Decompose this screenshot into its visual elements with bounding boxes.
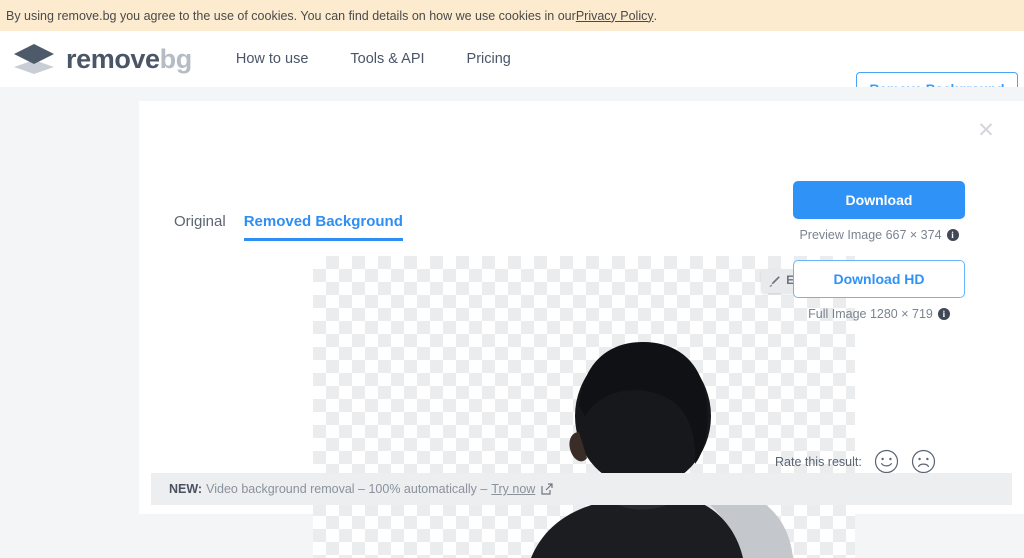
tab-original[interactable]: Original bbox=[174, 213, 226, 241]
brand-name-secondary: bg bbox=[159, 43, 193, 74]
nav-how-to-use[interactable]: How to use bbox=[236, 51, 309, 67]
info-icon[interactable]: i bbox=[937, 308, 950, 320]
site-header: removebg How to use Tools & API Pricing … bbox=[0, 31, 1024, 107]
promo-notice-bar: NEW: Video background removal – 100% aut… bbox=[151, 473, 1012, 505]
brand-name-primary: remove bbox=[66, 43, 160, 74]
rate-result-label: Rate this result: bbox=[775, 454, 862, 469]
frowny-face-icon[interactable] bbox=[911, 449, 936, 474]
download-caption-text: Preview Image 667 × 374 bbox=[799, 228, 942, 242]
rate-result-row: Rate this result: bbox=[775, 449, 936, 474]
promo-text: Video background removal – 100% automati… bbox=[206, 482, 488, 496]
close-icon[interactable]: ✕ bbox=[974, 119, 998, 143]
result-tabs: Original Removed Background bbox=[174, 213, 403, 241]
brand-logo[interactable]: removebg bbox=[12, 42, 192, 76]
download-hd-caption: Full Image 1280 × 719 i bbox=[773, 307, 985, 321]
main-navigation: How to use Tools & API Pricing bbox=[236, 51, 511, 67]
try-now-link[interactable]: Try now bbox=[491, 482, 535, 496]
download-hd-button[interactable]: Download HD bbox=[793, 260, 965, 298]
info-icon[interactable]: i bbox=[946, 229, 959, 241]
download-hd-caption-text: Full Image 1280 × 719 bbox=[808, 307, 933, 321]
tab-removed-background[interactable]: Removed Background bbox=[243, 213, 403, 241]
cookie-consent-text: By using remove.bg you agree to the use … bbox=[6, 8, 576, 23]
cookie-consent-bar: By using remove.bg you agree to the use … bbox=[0, 0, 1024, 31]
external-link-icon[interactable] bbox=[541, 483, 553, 495]
privacy-policy-link[interactable]: Privacy Policy bbox=[576, 9, 654, 23]
download-button[interactable]: Download bbox=[793, 181, 965, 219]
promo-badge: NEW: bbox=[169, 482, 203, 496]
brand-wordmark: removebg bbox=[66, 43, 193, 74]
page-body: ✕ Original Removed Background Download P… bbox=[0, 87, 1024, 558]
layers-diamond-icon bbox=[14, 44, 54, 74]
nav-pricing[interactable]: Pricing bbox=[467, 51, 511, 67]
download-caption: Preview Image 667 × 374 i bbox=[773, 228, 985, 242]
smiley-face-icon[interactable] bbox=[874, 449, 899, 474]
cookie-consent-period: . bbox=[653, 8, 658, 23]
result-card: ✕ Original Removed Background Download P… bbox=[139, 101, 1024, 558]
nav-tools-api[interactable]: Tools & API bbox=[350, 51, 424, 67]
download-actions-panel: Download Preview Image 667 × 374 i Downl… bbox=[773, 181, 985, 339]
